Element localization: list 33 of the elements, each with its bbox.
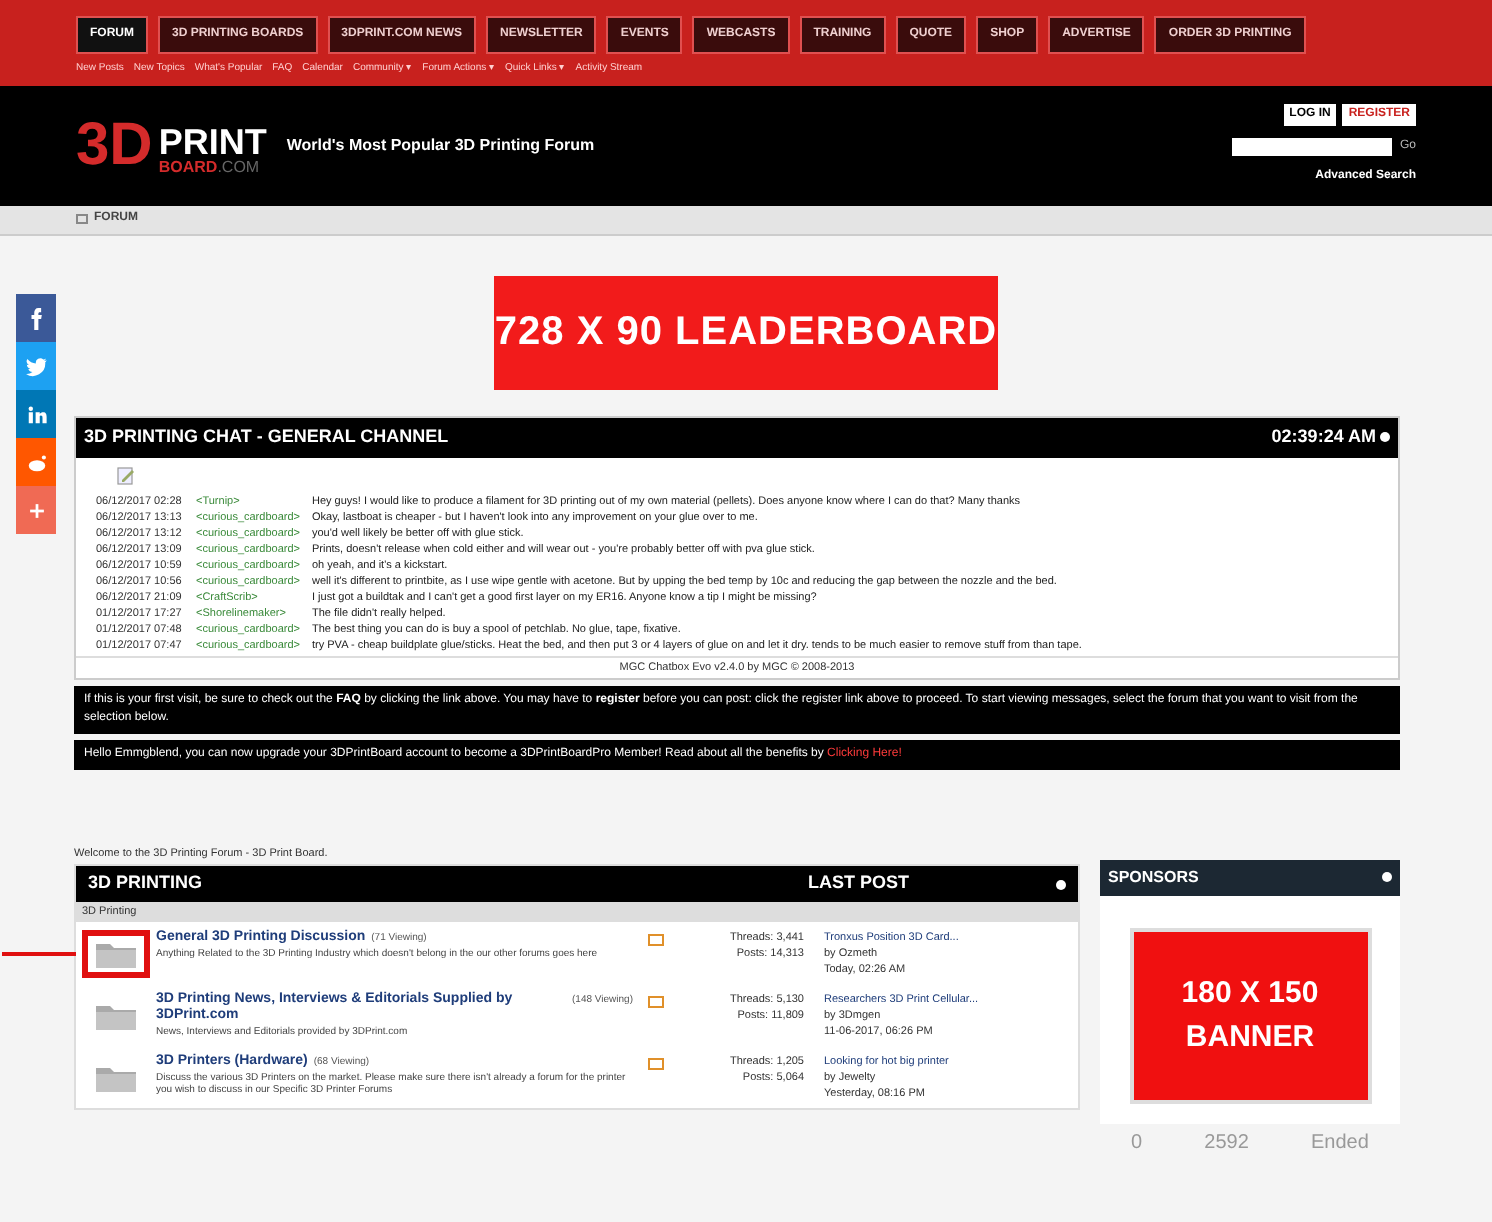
settings-icon[interactable]: [1380, 432, 1390, 442]
banner-text: 180 X 150: [1181, 973, 1319, 1014]
chat-time: 02:39:24 AM: [1271, 423, 1376, 450]
search-field[interactable]: [1231, 138, 1392, 156]
rss-icon[interactable]: [648, 996, 664, 1009]
tagline: World's Most Popular 3D Printing Forum: [286, 133, 595, 157]
edit-icon[interactable]: [116, 465, 136, 485]
column-header: LAST POST: [808, 870, 910, 897]
stat-value: Ended: [1311, 1129, 1369, 1158]
stat-value: 0: [1131, 1129, 1143, 1158]
rss-icon[interactable]: [648, 1058, 664, 1071]
sponsors-title: SPONSORS: [1108, 865, 1199, 890]
rss-icon[interactable]: [648, 934, 664, 947]
collapse-icon[interactable]: [1382, 872, 1392, 883]
collapse-icon[interactable]: [1056, 879, 1066, 889]
reddit-share-button[interactable]: [16, 438, 56, 486]
more-icon: [25, 499, 47, 521]
banner-text: BANNER: [1185, 1017, 1315, 1058]
home-icon[interactable]: [76, 214, 88, 224]
reddit-icon: [25, 451, 47, 473]
stat-value: 2592: [1204, 1129, 1249, 1158]
leaderboard-ad[interactable]: 728 X 90 LEADERBOARD: [494, 275, 998, 389]
facebook-share-button[interactable]: [16, 294, 56, 342]
folder-icon[interactable]: [82, 930, 150, 979]
linkedin-icon: [25, 403, 47, 425]
linkedin-share-button[interactable]: [16, 390, 56, 438]
banner-ad[interactable]: 180 X 150 BANNER: [1129, 927, 1371, 1104]
chat-title: 3D PRINTING CHAT - GENERAL CHANNEL: [84, 423, 449, 450]
annotation-line: [2, 952, 76, 957]
table-title: 3D PRINTING: [88, 870, 205, 897]
more-share-button[interactable]: [16, 486, 56, 534]
twitter-icon: [25, 355, 47, 377]
twitter-share-button[interactable]: [16, 342, 56, 390]
